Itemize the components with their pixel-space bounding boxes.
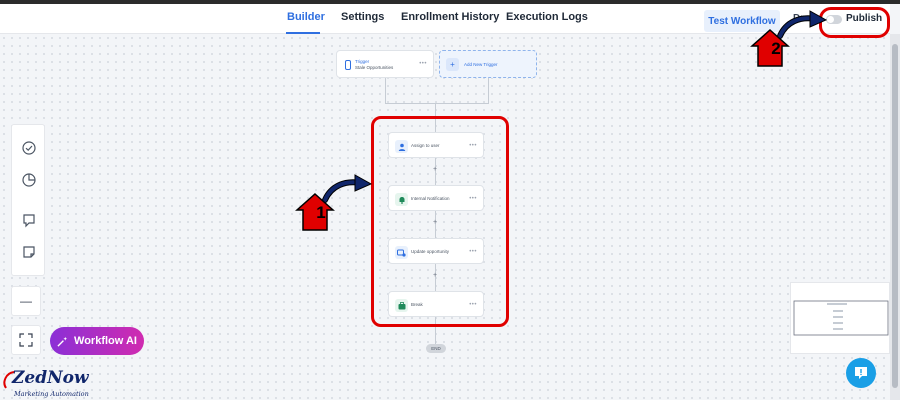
more-options-icon[interactable]: ••• bbox=[419, 61, 427, 67]
trigger-icon bbox=[341, 58, 354, 71]
annotation-highlight-steps bbox=[371, 116, 509, 327]
canvas-tool-panel bbox=[11, 124, 45, 276]
tab-enrollment-history[interactable]: Enrollment History bbox=[401, 11, 499, 23]
add-trigger-label: Add New Trigger bbox=[464, 62, 498, 67]
pie-chart-icon[interactable] bbox=[21, 172, 37, 188]
workflow-ai-button[interactable]: Workflow AI bbox=[50, 327, 144, 355]
trigger-title: Trigger bbox=[355, 59, 370, 64]
fit-view-button[interactable] bbox=[11, 325, 41, 355]
trigger-node[interactable]: Trigger Stale Opportunities ••• bbox=[336, 50, 434, 78]
brand-tagline: Marketing Automation bbox=[14, 390, 89, 398]
end-marker: END bbox=[426, 344, 446, 353]
check-circle-icon[interactable] bbox=[21, 140, 37, 156]
minimap-preview bbox=[793, 300, 889, 336]
expand-icon bbox=[19, 333, 33, 347]
scrollbar-thumb[interactable] bbox=[892, 44, 898, 388]
chat-help-icon bbox=[855, 367, 867, 379]
add-new-trigger-button[interactable]: + Add New Trigger bbox=[439, 50, 537, 78]
brand-name: ZedNow bbox=[12, 368, 89, 388]
canvas-minimap[interactable] bbox=[790, 282, 890, 354]
connector-line bbox=[488, 78, 489, 104]
connector-line bbox=[385, 78, 386, 104]
plus-icon: + bbox=[446, 58, 459, 71]
annotation-arrow-2 bbox=[750, 10, 828, 67]
brand-watermark: ZedNow Marketing Automation bbox=[2, 368, 102, 400]
help-chat-button[interactable] bbox=[846, 358, 876, 388]
tab-execution-logs[interactable]: Execution Logs bbox=[506, 11, 588, 23]
trigger-subtitle: Stale Opportunities bbox=[355, 65, 394, 70]
annotation-step-number-1: 1 bbox=[316, 203, 326, 222]
workflow-ai-label: Workflow AI bbox=[74, 335, 137, 347]
annotation-arrow-1 bbox=[295, 174, 373, 231]
sticky-note-icon[interactable] bbox=[21, 244, 37, 260]
sparkle-wand-icon bbox=[57, 336, 68, 347]
minus-icon: — bbox=[20, 294, 32, 308]
annotation-step-number-2: 2 bbox=[771, 39, 781, 58]
tab-builder[interactable]: Builder bbox=[287, 11, 325, 23]
connector-line bbox=[385, 103, 489, 104]
comment-icon[interactable] bbox=[21, 212, 37, 228]
tab-settings[interactable]: Settings bbox=[341, 11, 384, 23]
zoom-out-button[interactable]: — bbox=[11, 286, 41, 316]
